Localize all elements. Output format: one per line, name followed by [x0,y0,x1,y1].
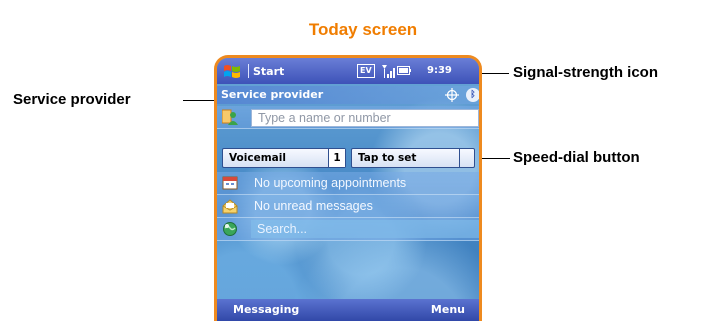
callout-signal-strength: Signal-strength icon [513,64,659,81]
messages-row[interactable]: No unread messages [217,195,479,218]
calendar-row[interactable]: No upcoming appointments [217,172,479,195]
speed-dial-label: Voicemail [229,152,286,164]
page-title: Today screen [308,20,418,39]
callout-speed-dial: Speed-dial button [513,149,640,166]
search-globe-icon [223,222,237,236]
battery-icon[interactable] [397,66,411,75]
envelope-icon [222,199,238,214]
speed-dial-button-tap-to-set[interactable]: Tap to set [351,148,475,168]
dial-row: Type a name or number [217,106,479,129]
contacts-icon[interactable] [222,109,238,125]
bluetooth-icon[interactable]: ᛒ [466,88,479,102]
search-field[interactable]: Search... [251,220,479,238]
calendar-status: No upcoming appointments [254,176,407,190]
softkey-messaging[interactable]: Messaging [233,303,299,316]
calendar-icon [222,176,238,190]
softkey-menu[interactable]: Menu [431,303,465,316]
title-bar: Start EV 9:39 [217,58,479,84]
speed-dial-button-voicemail[interactable]: Voicemail 1 [222,148,346,168]
title-separator [248,64,249,78]
service-provider-name: Service provider [221,88,324,101]
windows-flag-icon[interactable] [223,63,241,79]
start-menu-label[interactable]: Start [253,65,284,78]
service-provider-row: Service provider ᛒ [217,86,479,104]
messages-status: No unread messages [254,199,373,213]
search-row: Search... [217,218,479,241]
speed-dial-label: Tap to set [358,152,417,164]
callout-service-provider: Service provider [13,91,131,108]
dial-input[interactable]: Type a name or number [251,109,479,127]
clock[interactable]: 9:39 [427,65,452,76]
softkey-bar: Messaging Menu [217,299,479,321]
signal-strength-icon[interactable] [381,63,395,79]
ev-badge: EV [357,64,375,78]
speed-dial-number: 1 [328,149,345,167]
speed-dial-number [459,149,474,167]
target-icon[interactable] [445,88,459,102]
device-screen: Start EV 9:39 Service provider ᛒ Type a … [214,55,482,321]
speed-dial-row: Voicemail 1 Tap to set [217,146,479,170]
